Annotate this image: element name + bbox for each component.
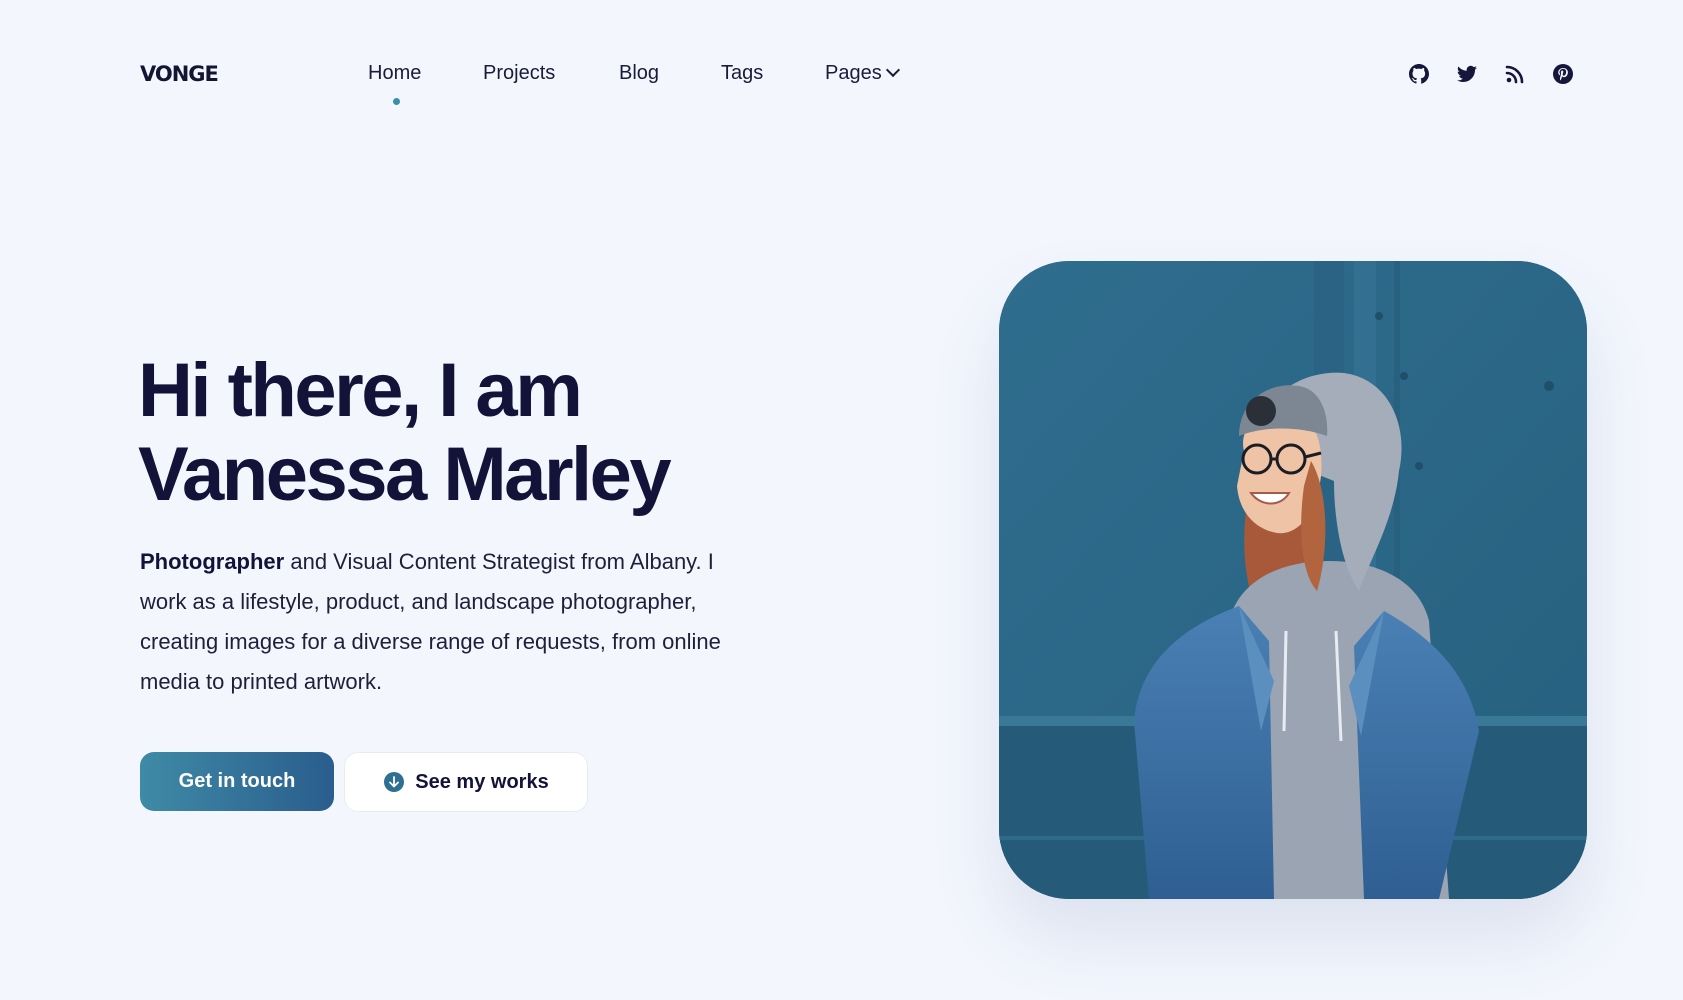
hero-title-line-1: Hi there, I am: [138, 348, 583, 433]
nav-item-tags[interactable]: Tags: [721, 62, 763, 85]
get-in-touch-button[interactable]: Get in touch: [140, 752, 334, 811]
site-logo[interactable]: VONGE: [140, 62, 219, 86]
hero-title-line-2: Vanessa Marley: [138, 432, 672, 517]
intro-bold-role: Photographer: [140, 549, 285, 574]
see-my-works-button[interactable]: See my works: [344, 752, 588, 812]
arrow-down-circle-icon: [383, 771, 405, 793]
portrait-illustration: [999, 261, 1587, 899]
top-navigation: VONGE Home Projects Blog Tags Pages: [0, 0, 1683, 130]
hero-intro-text: Photographer and Visual Content Strategi…: [140, 542, 760, 702]
nav-item-pages[interactable]: Pages: [825, 62, 900, 85]
nav-item-blog[interactable]: Blog: [619, 62, 659, 85]
nav-item-home[interactable]: Home: [368, 62, 421, 85]
twitter-icon[interactable]: [1455, 62, 1479, 86]
hero-portrait-photo: [999, 261, 1587, 899]
see-my-works-label: See my works: [415, 770, 549, 793]
nav-item-projects[interactable]: Projects: [483, 62, 555, 85]
rss-icon[interactable]: [1503, 62, 1527, 86]
active-indicator-dot: [393, 98, 400, 105]
chevron-down-icon: [885, 62, 900, 78]
nav-item-pages-label: Pages: [825, 62, 882, 84]
pinterest-icon[interactable]: [1551, 62, 1575, 86]
github-icon[interactable]: [1407, 62, 1431, 86]
hero-title: Hi there, I am Vanessa Marley: [138, 348, 672, 517]
